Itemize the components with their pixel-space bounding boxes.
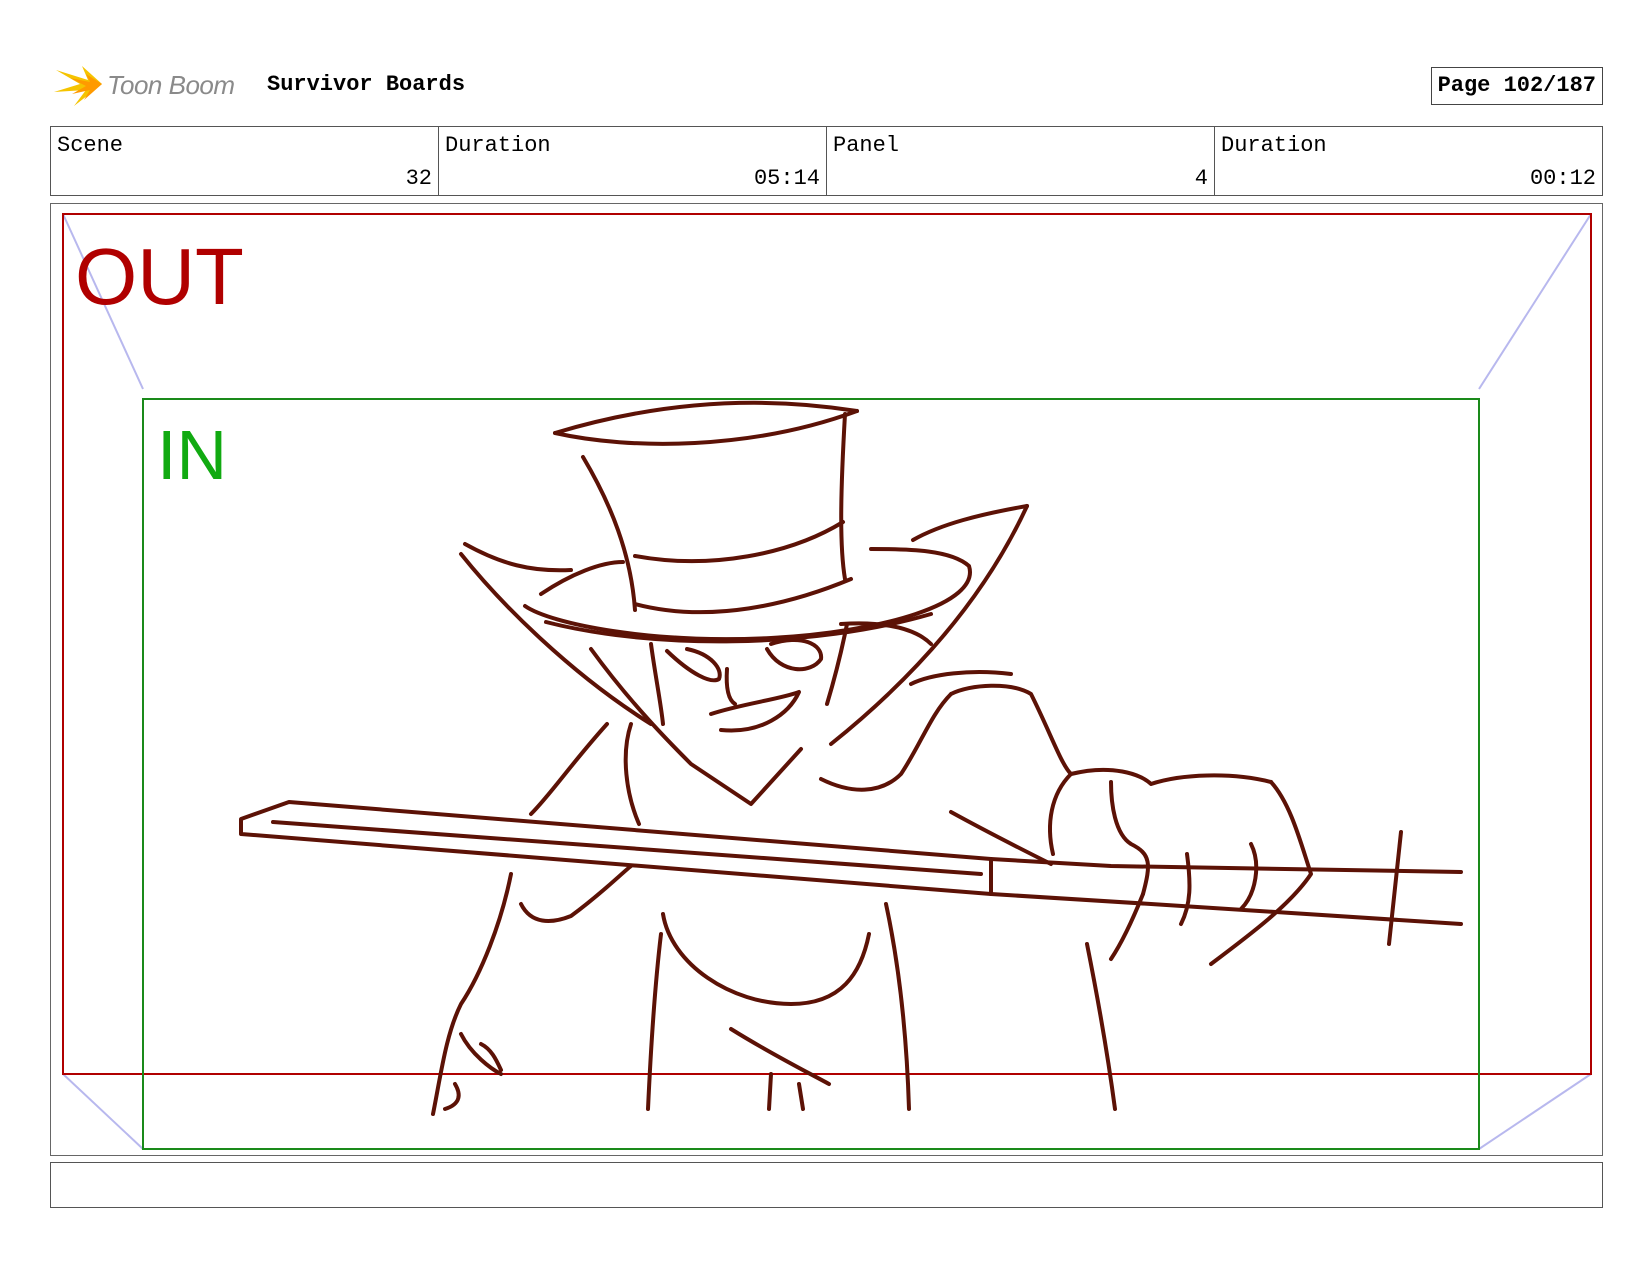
character-sketch [239,400,1463,1116]
page-number: Page 102/187 [1430,67,1603,105]
storyboard-panel: OUT IN [50,203,1603,1156]
logo-text: Toon Boom [107,70,235,100]
panel-duration-value: 00:12 [1529,166,1596,191]
camera-guides [62,213,1592,1150]
panel-duration-cell: Duration 00:12 [1215,127,1602,195]
panel-duration-label: Duration [1221,133,1327,158]
scene-cell: Scene 32 [51,127,439,195]
panel-value: 4 [1194,166,1208,191]
scene-duration-label: Duration [445,133,551,158]
out-label: OUT [75,232,244,321]
in-frame [142,398,1480,1150]
scene-label: Scene [57,133,124,158]
panel-cell: Panel 4 [827,127,1215,195]
starburst-icon [54,66,102,106]
scene-duration-value: 05:14 [753,166,820,191]
project-title: Survivor Boards [267,72,466,97]
caption-box [50,1162,1603,1208]
scene-duration-cell: Duration 05:14 [439,127,827,195]
panel-drawing: OUT IN [62,213,1592,1150]
out-frame [62,213,1592,1075]
scene-value: 32 [405,166,432,191]
panel-label: Panel [833,133,900,158]
toon-boom-logo: Toon Boom [50,62,245,108]
in-label: IN [157,416,227,494]
info-row: Scene 32 Duration 05:14 Panel 4 Duration… [50,126,1603,196]
page-header: Toon Boom Survivor Boards Page 102/187 [50,58,1603,112]
